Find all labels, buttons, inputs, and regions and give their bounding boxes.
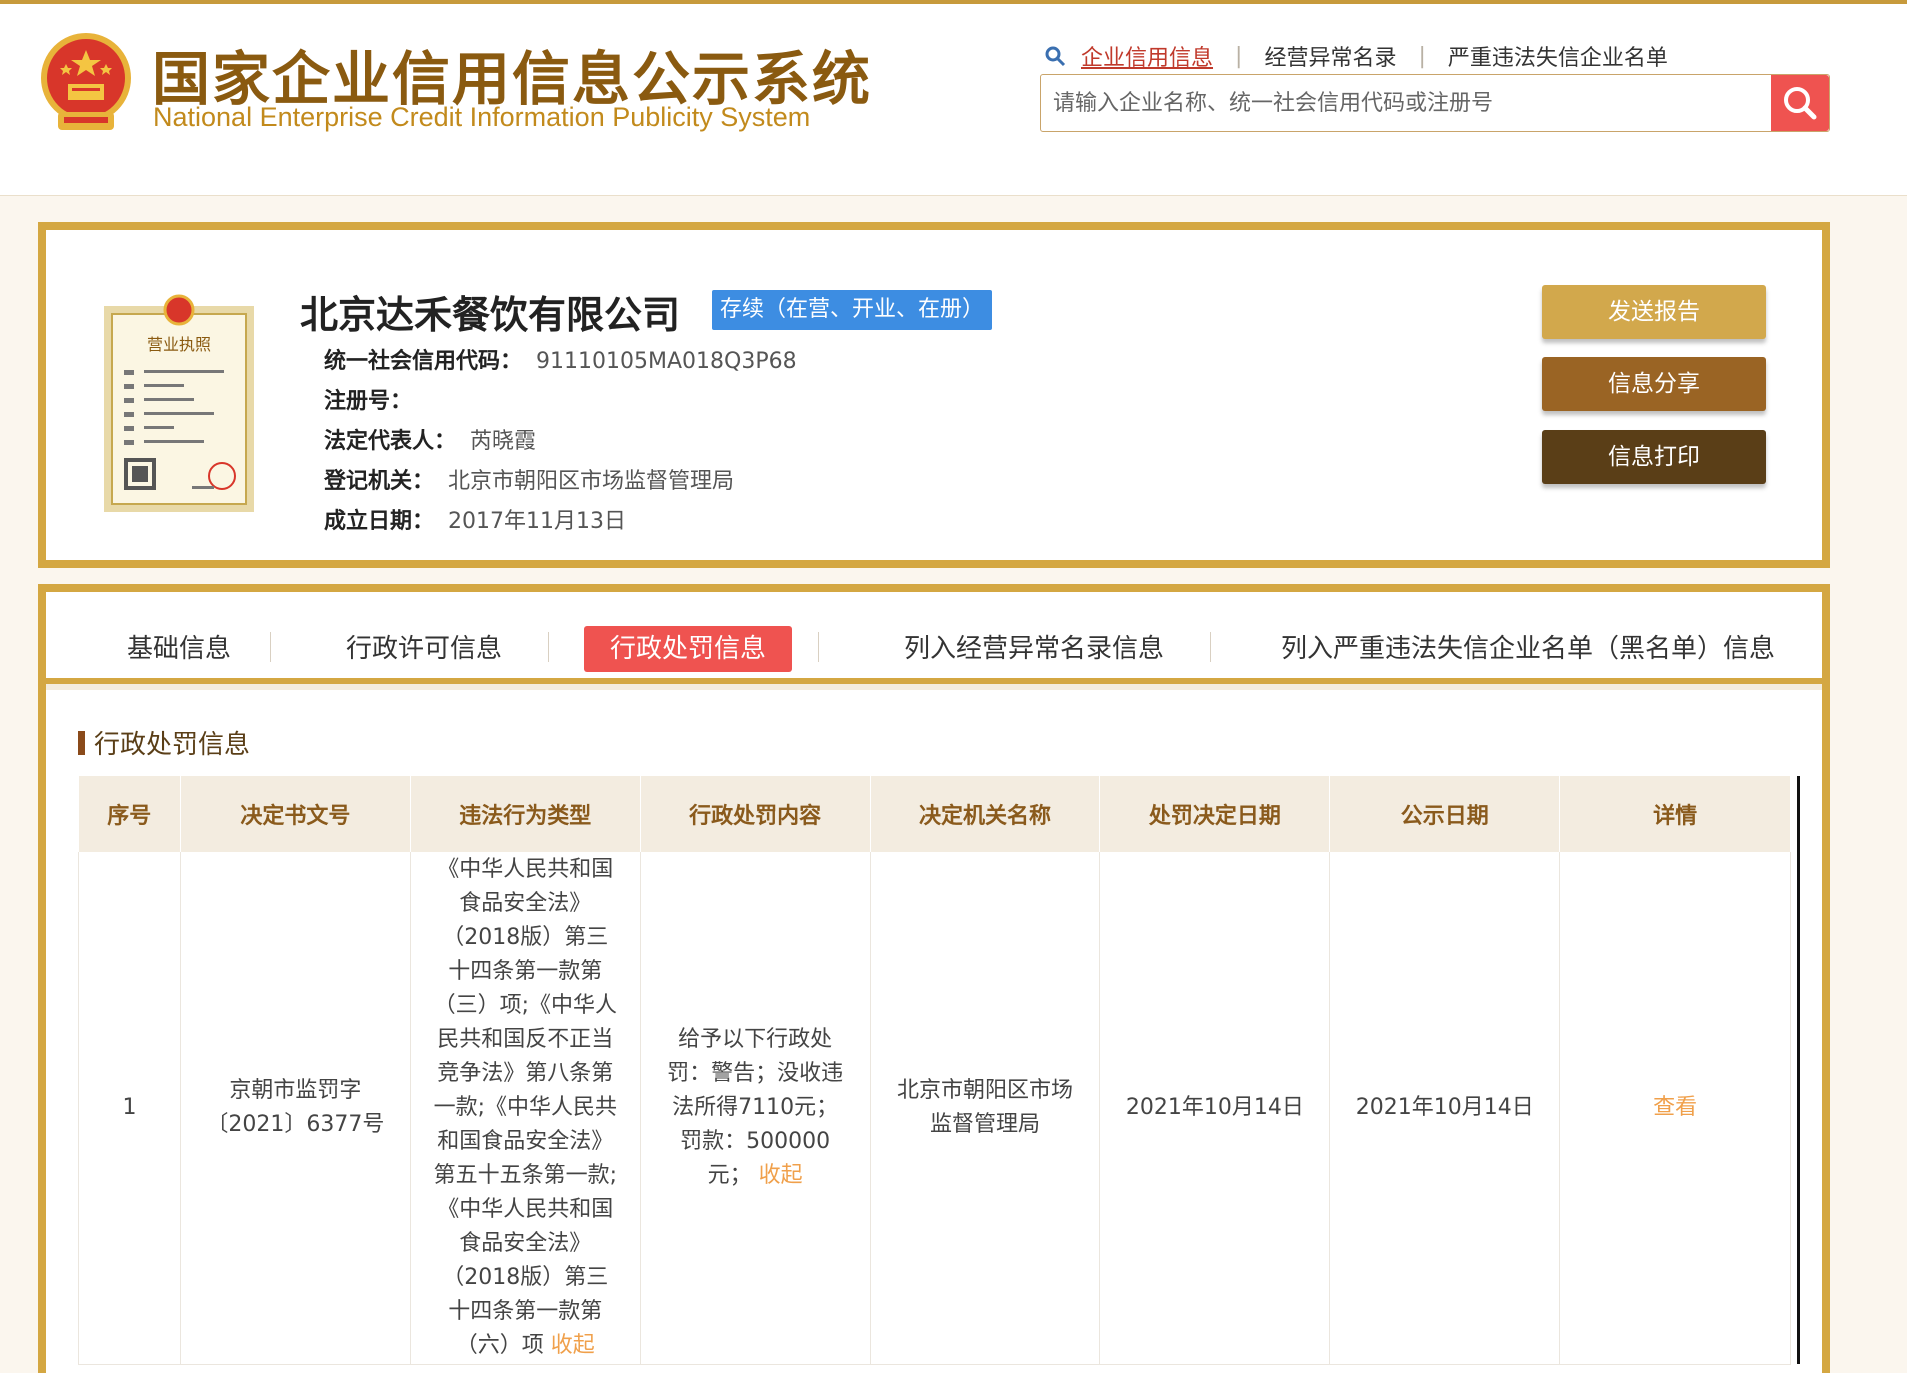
tab-abnormal-list[interactable]: 列入经营异常名录信息 <box>874 626 1194 672</box>
info-label: 注册号： <box>324 389 413 414</box>
info-value: 芮晓霞 <box>470 429 537 454</box>
info-tabs: 基础信息 行政许可信息 行政处罚信息 列入经营异常名录信息 列入严重违法失信企业… <box>38 584 1830 684</box>
info-label: 登记机关： <box>324 469 435 494</box>
tab-basic-info[interactable]: 基础信息 <box>104 626 254 672</box>
info-row-credit-code: 统一社会信用代码： 91110105MA018Q3P68 <box>324 342 797 382</box>
section-title: 行政处罚信息 <box>94 730 251 760</box>
cell-authority: 北京市朝阳区市场监督管理局 <box>870 852 1101 1365</box>
penalty-content-text: 给予以下行政处罚：警告；没收违法所得7110元；罚款：500000元； <box>667 1026 844 1188</box>
info-row-reg-no: 注册号： <box>324 382 797 422</box>
cell-violation: 《中华人民共和国食品安全法》（2018版）第三十四条第一款第（三）项;《中华人民… <box>410 852 641 1365</box>
share-info-button[interactable]: 信息分享 <box>1542 357 1766 411</box>
column-header: 违法行为类型 <box>410 776 641 852</box>
cell-publish-date: 2021年10月14日 <box>1329 852 1561 1365</box>
penalty-content-panel: 行政处罚信息 序号 决定书文号 违法行为类型 行政处罚内容 决定机关名称 处罚决… <box>38 684 1830 1373</box>
column-header: 序号 <box>78 776 181 852</box>
cell-detail: 查看 <box>1559 852 1791 1365</box>
search-icon <box>1045 46 1066 67</box>
column-header: 处罚决定日期 <box>1099 776 1331 852</box>
status-badge: 存续（在营、开业、在册） <box>712 290 993 330</box>
nav-separator: | <box>1235 43 1243 69</box>
search-icon <box>1784 87 1817 120</box>
info-value: 91110105MA018Q3P68 <box>536 349 797 374</box>
violation-text: 《中华人民共和国食品安全法》（2018版）第三十四条第一款第（三）项;《中华人民… <box>433 856 617 1358</box>
column-header: 行政处罚内容 <box>640 776 871 852</box>
info-row-legal-rep: 法定代表人： 芮晓霞 <box>324 422 797 462</box>
send-report-button[interactable]: 发送报告 <box>1542 285 1766 339</box>
national-emblem-icon <box>41 33 131 130</box>
company-info-list: 统一社会信用代码： 91110105MA018Q3P68 注册号： 法定代表人：… <box>324 342 797 542</box>
tab-separator <box>1210 632 1211 662</box>
company-name: 北京达禾餐饮有限公司 <box>300 293 681 337</box>
column-header: 决定机关名称 <box>870 776 1101 852</box>
info-value: 北京市朝阳区市场监督管理局 <box>448 469 735 494</box>
tab-separator <box>548 632 549 662</box>
view-detail-link[interactable]: 查看 <box>1653 1095 1697 1120</box>
tab-blacklist[interactable]: 列入严重违法失信企业名单（黑名单）信息 <box>1268 626 1788 672</box>
nav-enterprise-credit[interactable]: 企业信用信息 <box>1081 40 1213 72</box>
panel-top-strip <box>46 684 1822 690</box>
column-header: 决定书文号 <box>180 776 411 852</box>
search-button[interactable] <box>1771 75 1829 131</box>
cell-index: 1 <box>78 852 181 1365</box>
tab-admin-license[interactable]: 行政许可信息 <box>324 626 524 672</box>
collapse-link[interactable]: 收起 <box>759 1163 803 1188</box>
nav-abnormal-list[interactable]: 经营异常名录 <box>1264 40 1396 72</box>
scrollbar-track[interactable] <box>1797 776 1800 1364</box>
top-navigation: 企业信用信息 | 经营异常名录 | 严重违法失信企业名单 <box>1043 40 1668 72</box>
column-header: 公示日期 <box>1329 776 1561 852</box>
info-value: 2017年11月13日 <box>448 509 626 534</box>
info-label: 统一社会信用代码： <box>324 349 523 374</box>
site-header: 国家企业信用信息公示系统 National Enterprise Credit … <box>0 4 1907 196</box>
business-license-image[interactable]: 营业执照 <box>104 288 254 512</box>
table-header-row: 序号 决定书文号 违法行为类型 行政处罚内容 决定机关名称 处罚决定日期 公示日… <box>78 776 1791 852</box>
company-summary-card: 营业执照 北京达禾餐饮有限公司 存续（在营、开业、在册） 统一社会信用代码： 9… <box>38 222 1830 568</box>
search-input[interactable] <box>1041 75 1771 131</box>
site-subtitle: National Enterprise Credit Information P… <box>153 102 811 132</box>
print-info-button[interactable]: 信息打印 <box>1542 430 1766 484</box>
heading-bar <box>78 730 85 755</box>
info-row-authority: 登记机关： 北京市朝阳区市场监督管理局 <box>324 462 797 502</box>
tab-separator <box>270 632 271 662</box>
cell-penalty-content: 给予以下行政处罚：警告；没收违法所得7110元；罚款：500000元； 收起 <box>640 852 871 1365</box>
info-label: 成立日期： <box>324 509 435 534</box>
table-row: 1 京朝市监罚字〔2021〕6377号 《中华人民共和国食品安全法》（2018版… <box>78 852 1791 1365</box>
nav-blacklist[interactable]: 严重违法失信企业名单 <box>1448 40 1668 72</box>
penalty-table: 序号 决定书文号 违法行为类型 行政处罚内容 决定机关名称 处罚决定日期 公示日… <box>78 776 1791 1365</box>
info-row-established: 成立日期： 2017年11月13日 <box>324 502 797 542</box>
search-bar <box>1040 74 1830 132</box>
tab-separator <box>818 632 819 662</box>
info-label: 法定代表人： <box>324 429 457 454</box>
collapse-link[interactable]: 收起 <box>551 1333 595 1358</box>
cell-decision-date: 2021年10月14日 <box>1099 852 1331 1365</box>
cell-doc-no: 京朝市监罚字〔2021〕6377号 <box>180 852 411 1365</box>
nav-separator: | <box>1418 43 1426 69</box>
section-heading: 行政处罚信息 <box>78 724 250 761</box>
license-title: 营业执照 <box>147 335 211 354</box>
tab-admin-penalty[interactable]: 行政处罚信息 <box>584 626 792 672</box>
column-header: 详情 <box>1559 776 1791 852</box>
